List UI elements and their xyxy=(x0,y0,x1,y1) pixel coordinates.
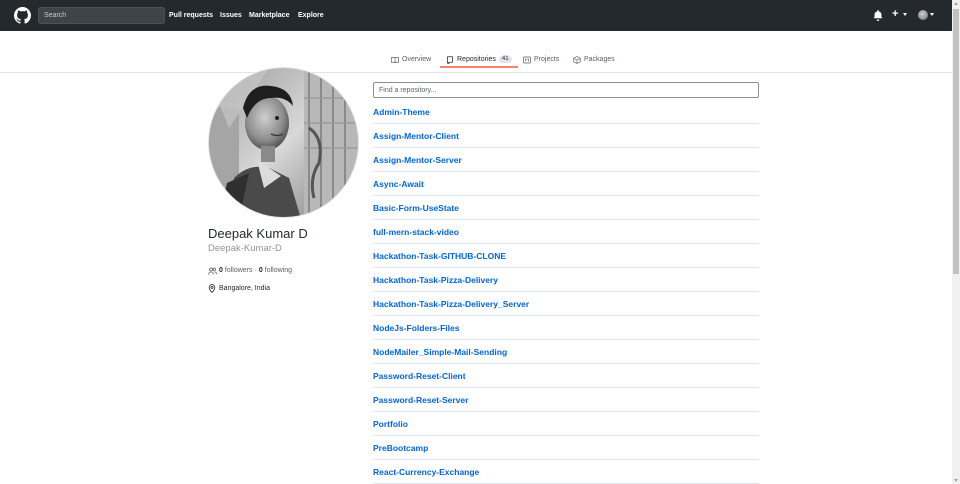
repo-list-item: Portfolio xyxy=(373,412,759,436)
repo-link[interactable]: Admin-Theme xyxy=(373,107,430,117)
repo-list-item: Admin-Theme xyxy=(373,100,759,124)
scroll-up-arrow-icon[interactable] xyxy=(954,2,958,5)
repo-list-item: full-mern-stack-video xyxy=(373,220,759,244)
repo-link[interactable]: Hackathon-Task-Pizza-Delivery xyxy=(373,275,498,285)
tab-label: Projects xyxy=(534,56,560,63)
profile-name: Deepak Kumar D xyxy=(208,226,308,241)
repo-list-item: Assign-Mentor-Server xyxy=(373,148,759,172)
global-header: Search Pull requests Issues Marketplace … xyxy=(0,0,952,31)
following-count[interactable]: 0 xyxy=(259,266,263,275)
project-icon xyxy=(523,56,531,63)
chevron-down-icon[interactable] xyxy=(903,13,907,16)
repo-search-input[interactable]: Find a repository... xyxy=(373,82,759,98)
repo-list-item: PreBootcamp xyxy=(373,436,759,460)
create-new-button[interactable]: + xyxy=(892,8,898,20)
tab-projects[interactable]: Projects xyxy=(523,55,559,64)
tab-label: Overview xyxy=(402,56,432,63)
repo-count-badge: 41 xyxy=(498,56,512,63)
repo-link[interactable]: full-mern-stack-video xyxy=(373,227,459,237)
github-logo-icon[interactable] xyxy=(14,7,31,24)
search-input[interactable]: Search xyxy=(38,7,165,24)
tabs-divider xyxy=(0,72,952,73)
tab-packages[interactable]: Packages xyxy=(573,55,615,64)
bell-icon[interactable] xyxy=(873,10,883,21)
repo-icon xyxy=(447,55,453,64)
following-link[interactable]: following xyxy=(265,266,292,275)
profile-username: Deepak-Kumar-D xyxy=(208,243,282,254)
chevron-down-icon[interactable] xyxy=(930,13,934,16)
repo-link[interactable]: Portfolio xyxy=(373,419,408,429)
nav-issues[interactable]: Issues xyxy=(220,11,242,20)
repo-list-item: Hackathon-Task-GITHUB-CLONE xyxy=(373,244,759,268)
repo-list-item: React-Currency-Exchange xyxy=(373,460,759,484)
repo-link[interactable]: Basic-Form-UseState xyxy=(373,203,459,213)
profile-location: Bangalore, India xyxy=(208,284,270,293)
followers-count[interactable]: 0 xyxy=(219,266,223,275)
repo-link[interactable]: Assign-Mentor-Client xyxy=(373,131,459,141)
nav-explore[interactable]: Explore xyxy=(298,11,324,20)
book-icon xyxy=(391,56,399,63)
repo-link[interactable]: Hackathon-Task-GITHUB-CLONE xyxy=(373,251,506,261)
profile-photo-image xyxy=(209,68,358,217)
people-icon xyxy=(208,267,217,275)
repo-list-item: NodeJs-Folders-Files xyxy=(373,316,759,340)
repo-link[interactable]: PreBootcamp xyxy=(373,443,428,453)
followers-following: 0 followers · 0 following xyxy=(208,266,292,275)
profile-avatar[interactable] xyxy=(208,67,359,218)
repo-list-item: Hackathon-Task-Pizza-Delivery_Server xyxy=(373,292,759,316)
followers-link[interactable]: followers xyxy=(225,266,253,275)
nav-pull-requests[interactable]: Pull requests xyxy=(169,11,213,20)
location-text: Bangalore, India xyxy=(219,285,270,292)
tab-selected-underline xyxy=(440,66,518,68)
nav-marketplace[interactable]: Marketplace xyxy=(249,11,289,20)
tab-label: Repositories xyxy=(457,56,496,63)
repo-list-item: Password-Reset-Server xyxy=(373,388,759,412)
user-avatar[interactable] xyxy=(918,10,928,20)
tab-overview[interactable]: Overview xyxy=(391,55,431,64)
repo-link[interactable]: Assign-Mentor-Server xyxy=(373,155,462,165)
repo-list-item: Hackathon-Task-Pizza-Delivery xyxy=(373,268,759,292)
repo-link[interactable]: Hackathon-Task-Pizza-Delivery_Server xyxy=(373,299,529,309)
repo-link[interactable]: Password-Reset-Client xyxy=(373,371,466,381)
scrollbar-thumb[interactable] xyxy=(953,9,959,274)
package-icon xyxy=(573,55,581,64)
repo-link[interactable]: React-Currency-Exchange xyxy=(373,467,479,477)
repo-link[interactable]: Async-Await xyxy=(373,179,424,189)
scroll-down-arrow-icon[interactable] xyxy=(954,479,958,482)
tab-label: Packages xyxy=(584,56,615,63)
repo-list-item: Password-Reset-Client xyxy=(373,364,759,388)
repo-link[interactable]: Password-Reset-Server xyxy=(373,395,468,405)
repo-link[interactable]: NodeJs-Folders-Files xyxy=(373,323,459,333)
repo-list: Admin-Theme Assign-Mentor-Client Assign-Me… xyxy=(373,100,759,484)
separator-dot: · xyxy=(254,267,257,274)
repo-list-item: Basic-Form-UseState xyxy=(373,196,759,220)
location-pin-icon xyxy=(208,284,216,293)
repo-list-item: Async-Await xyxy=(373,172,759,196)
repo-list-item: Assign-Mentor-Client xyxy=(373,124,759,148)
repo-list-item: NodeMailer_Simple-Mail-Sending xyxy=(373,340,759,364)
repo-link[interactable]: NodeMailer_Simple-Mail-Sending xyxy=(373,347,507,357)
tab-repositories[interactable]: Repositories 41 xyxy=(446,55,512,64)
